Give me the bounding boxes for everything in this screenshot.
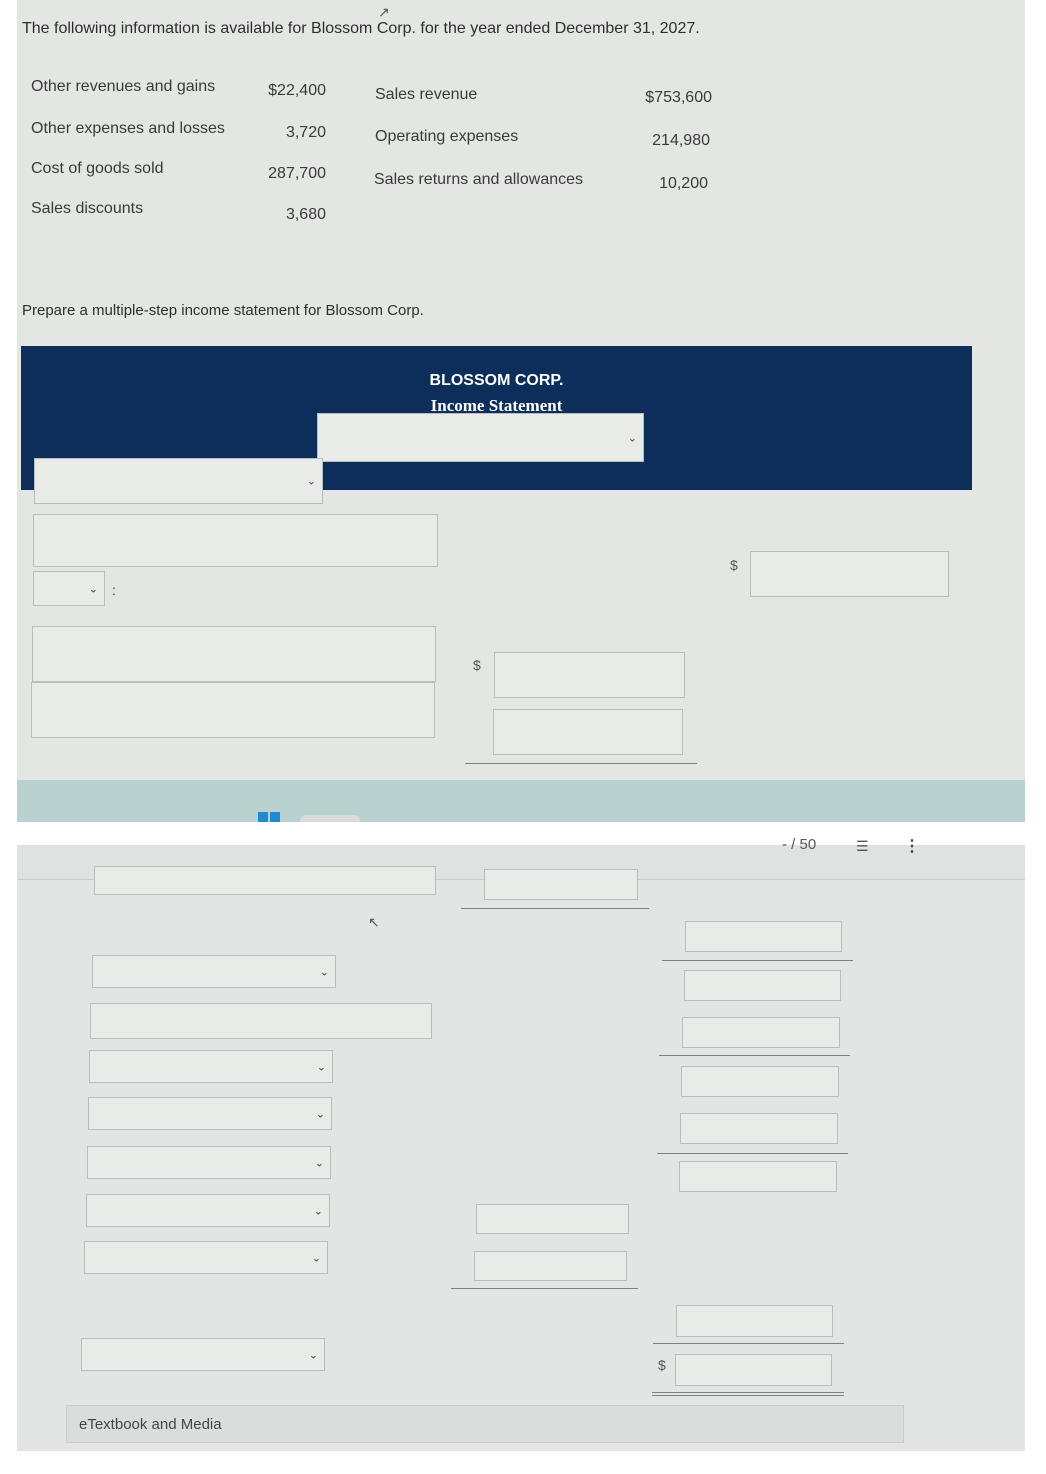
item-value: 3,680 [285, 206, 326, 223]
item-label: Sales returns and allowances [374, 171, 584, 188]
taskbar-search[interactable] [300, 815, 360, 822]
amount-input[interactable] [685, 921, 842, 952]
amount-input[interactable] [494, 652, 685, 698]
amount-input[interactable] [682, 1017, 840, 1048]
line-item-select[interactable]: ⌄ [89, 1050, 333, 1083]
item-label: Other expenses and losses [31, 120, 225, 137]
amount-input[interactable] [750, 551, 949, 597]
chevron-down-icon: ⌄ [313, 1205, 323, 1217]
etextbook-media-label: eTextbook and Media [79, 1416, 222, 1433]
instruction-prompt: Prepare a multiple-step income statement… [22, 302, 424, 319]
list-icon[interactable]: ☰ [856, 838, 869, 855]
amount-input[interactable] [476, 1204, 629, 1234]
line-item-select[interactable]: ⌄ [86, 1194, 330, 1227]
currency-symbol: $ [730, 557, 738, 573]
chevron-down-icon: ⌄ [316, 1061, 326, 1073]
less-select[interactable]: ⌄ [33, 571, 105, 606]
chevron-down-icon: ⌄ [315, 1108, 325, 1120]
amount-input[interactable] [679, 1161, 837, 1192]
line-item-select[interactable]: ⌄ [34, 458, 323, 504]
mouse-cursor-icon: ↖ [368, 914, 380, 930]
chevron-down-icon: ⌄ [319, 966, 329, 978]
item-value: 3,720 [285, 124, 326, 141]
subtotal-rule [451, 1288, 638, 1289]
amount-input[interactable] [493, 709, 683, 755]
net-income-label-select[interactable]: ⌄ [81, 1338, 325, 1371]
question-intro: The following information is available f… [22, 20, 700, 37]
item-label: Cost of goods sold [31, 160, 164, 177]
more-vertical-icon[interactable]: ⋮ [904, 836, 920, 856]
item-label: Sales discounts [31, 200, 144, 217]
item-value: $753,600 [645, 89, 712, 106]
chevron-down-icon: ⌄ [88, 583, 98, 595]
amount-input[interactable] [684, 970, 841, 1001]
chevron-down-icon: ⌄ [311, 1252, 321, 1264]
currency-symbol: $ [473, 657, 481, 673]
period-select[interactable]: ⌄ [317, 413, 644, 462]
item-value: 214,980 [652, 132, 710, 149]
item-label: Other revenues and gains [31, 78, 216, 95]
chevron-down-icon: ⌄ [308, 1349, 318, 1361]
taskbar [17, 780, 1025, 822]
line-item-select[interactable]: ⌄ [87, 1146, 331, 1179]
currency-symbol: $ [658, 1357, 666, 1373]
page-indicator: - / 50 [782, 836, 817, 853]
amount-input[interactable] [680, 1113, 838, 1144]
line-item-input[interactable] [32, 626, 436, 682]
line-item-select[interactable]: ⌄ [92, 955, 336, 988]
line-item-select[interactable]: ⌄ [88, 1097, 332, 1130]
amount-input[interactable] [676, 1305, 833, 1337]
chevron-down-icon: ⌄ [627, 432, 637, 444]
item-value: 10,200 [659, 175, 708, 192]
colon: : [112, 582, 116, 598]
company-name: BLOSSOM CORP. [429, 372, 564, 389]
windows-start-icon[interactable] [258, 812, 280, 822]
item-value: 287,700 [268, 165, 326, 182]
total-double-rule [652, 1392, 844, 1396]
item-label: Sales revenue [375, 86, 478, 103]
item-label: Operating expenses [375, 128, 519, 145]
line-item-select[interactable]: ⌄ [84, 1241, 328, 1274]
subtotal-rule [461, 908, 649, 909]
mouse-cursor-icon: ↗ [378, 4, 390, 20]
subtotal-rule [659, 1055, 850, 1056]
subtotal-rule [662, 960, 853, 961]
line-item-input[interactable] [94, 866, 436, 895]
item-value: $22,400 [268, 82, 326, 99]
net-income-input[interactable] [675, 1354, 832, 1386]
etextbook-media-section[interactable]: eTextbook and Media [66, 1405, 904, 1443]
amount-input[interactable] [484, 869, 638, 900]
line-item-input[interactable] [33, 514, 438, 567]
line-item-input[interactable] [90, 1003, 432, 1039]
subtotal-rule [657, 1153, 848, 1154]
chevron-down-icon: ⌄ [306, 475, 316, 488]
subtotal-rule [465, 763, 697, 764]
subtotal-rule [653, 1343, 844, 1344]
chevron-down-icon: ⌄ [314, 1157, 324, 1169]
amount-input[interactable] [474, 1251, 627, 1281]
line-item-input[interactable] [31, 682, 435, 738]
amount-input[interactable] [681, 1066, 839, 1097]
